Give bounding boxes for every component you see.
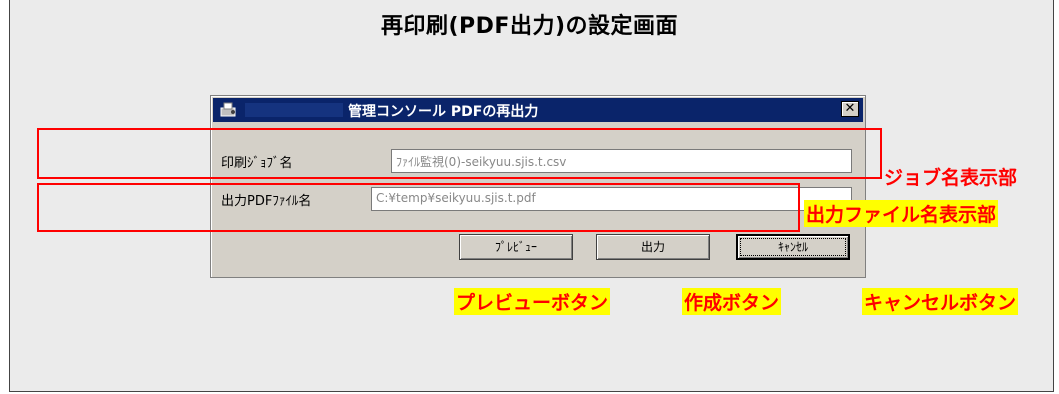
- preview-button[interactable]: ﾌﾟﾚﾋﾞｭｰ: [459, 234, 573, 260]
- redacted-product-name: [245, 103, 343, 117]
- preview-button-callout: プレビューボタン: [454, 288, 611, 315]
- create-button-callout: 作成ボタン: [682, 288, 782, 315]
- job-name-label: 印刷ｼﾞｮﾌﾞ名: [221, 156, 293, 171]
- output-file-label: 出力PDFﾌｧｲﾙ名: [221, 194, 312, 209]
- job-name-field[interactable]: ﾌｧｲﾙ監視(0)-seikyuu.sjis.t.csv: [391, 149, 852, 173]
- output-button[interactable]: 出力: [596, 234, 710, 260]
- printer-app-icon: [220, 102, 236, 117]
- job-area-callout: ジョブ名表示部: [884, 167, 1018, 189]
- close-button[interactable]: ✕: [841, 101, 859, 117]
- dialog-titlebar[interactable]: 管理コンソール PDFの再出力 ✕: [213, 98, 863, 122]
- cancel-button[interactable]: ｷｬﾝｾﾙ: [736, 234, 850, 260]
- cancel-button-callout: キャンセルボタン: [862, 288, 1019, 315]
- dialog-title: 管理コンソール PDFの再出力: [348, 104, 539, 120]
- file-area-callout: 出力ファイル名表示部: [804, 200, 999, 227]
- output-file-field[interactable]: C:¥temp¥seikyuu.sjis.t.pdf: [371, 187, 852, 211]
- pdf-reoutput-dialog: 管理コンソール PDFの再出力 ✕ 印刷ｼﾞｮﾌﾞ名 ﾌｧｲﾙ監視(0)-sei…: [210, 95, 866, 278]
- page-title: 再印刷(PDF出力)の設定画面: [380, 14, 679, 39]
